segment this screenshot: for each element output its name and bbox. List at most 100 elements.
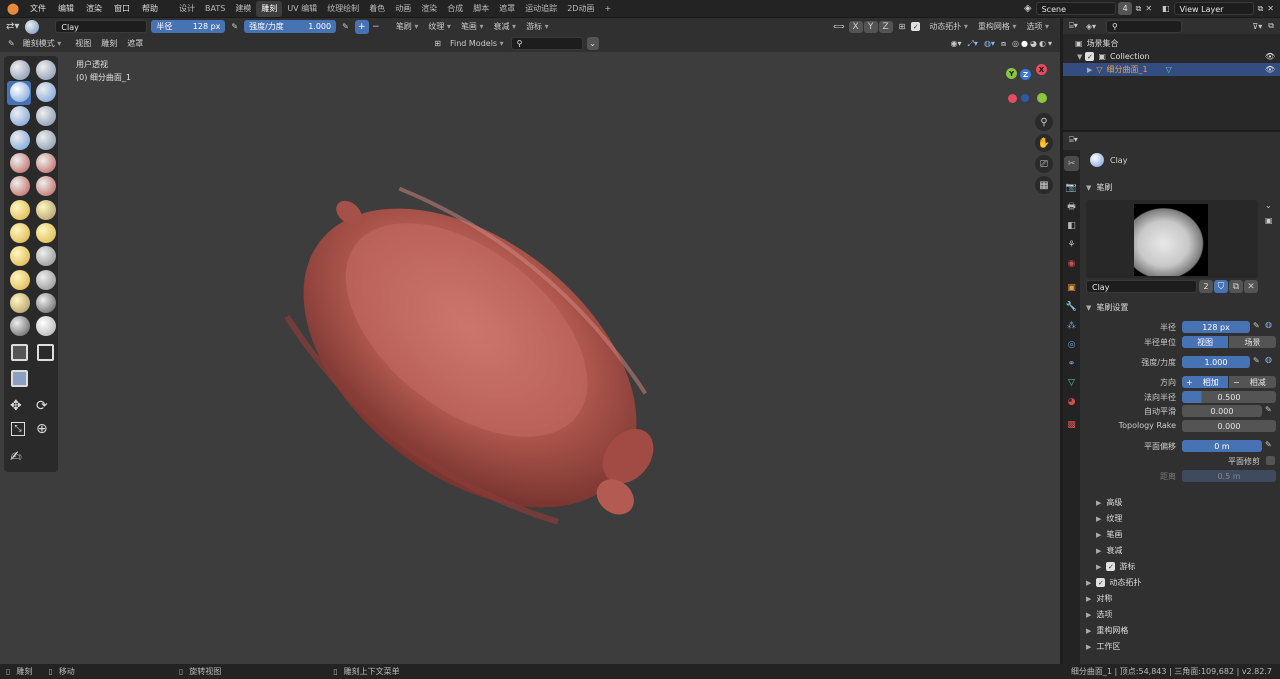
collection-exclude-checkbox[interactable]: ✓	[1085, 52, 1095, 61]
strength-property-field[interactable]: 1.000	[1182, 356, 1250, 368]
panel-dyntopo[interactable]: ▶ ✓ 动态拓扑	[1086, 577, 1141, 588]
brush-datablock-name[interactable]: Clay	[1086, 280, 1198, 293]
menu-edit[interactable]: 编辑	[52, 3, 80, 14]
tab-workspace[interactable]: 纹理绘制	[322, 1, 364, 17]
expand-chevron-icon[interactable]: ⌄	[1265, 201, 1272, 210]
tab-workspace[interactable]: 着色	[364, 1, 390, 17]
direction-subtract-option[interactable]: − 相减	[1229, 376, 1276, 388]
unified-settings-icon[interactable]: ◍	[1265, 320, 1272, 329]
gizmo-y-axis[interactable]: Y	[1006, 68, 1017, 79]
render-tab-icon[interactable]: 📷	[1064, 180, 1079, 195]
shading-material-icon[interactable]: ◕	[1030, 39, 1037, 48]
expand-icon[interactable]: ▶	[1087, 66, 1092, 74]
panel-options[interactable]: ▶ 选项	[1086, 609, 1112, 620]
box-mask-icon[interactable]	[11, 344, 28, 361]
subpanel-cursor[interactable]: ▶ ✓ 游标	[1096, 561, 1135, 572]
tool-tab-icon[interactable]: ✂	[1064, 156, 1079, 171]
nudge-brush-icon[interactable]	[10, 270, 30, 290]
mask-brush-icon[interactable]	[10, 316, 30, 336]
find-models-menu[interactable]: Find Models	[445, 39, 509, 48]
new-view-layer-icon[interactable]: ⧉	[1258, 4, 1264, 14]
subpanel-falloff[interactable]: ▶ 衰减	[1096, 545, 1122, 556]
thumb-brush-icon[interactable]	[10, 246, 30, 266]
visibility-icon[interactable]: ◉▾	[951, 39, 962, 48]
menu-render[interactable]: 渲染	[80, 3, 108, 14]
find-models-search[interactable]: ⚲	[510, 37, 583, 50]
eye-icon[interactable]: 👁	[1265, 65, 1275, 74]
plane-offset-field[interactable]: 0 m	[1182, 440, 1262, 452]
draw-sharp-brush-icon[interactable]	[36, 60, 56, 80]
zoom-icon[interactable]: ⚲	[1035, 113, 1053, 131]
xray-icon[interactable]: ⧈	[1001, 39, 1006, 49]
draw-face-sets-icon[interactable]	[36, 316, 56, 336]
new-collection-icon[interactable]: ⧉	[1268, 21, 1274, 31]
sculpt-menu[interactable]: 雕刻	[96, 38, 122, 49]
pressure-pen-icon[interactable]: ✎	[1253, 356, 1260, 365]
menu-window[interactable]: 窗口	[108, 3, 136, 14]
elastic-deform-brush-icon[interactable]	[10, 223, 30, 243]
radius-unit-scene-option[interactable]: 场景	[1229, 336, 1276, 348]
dyntopo-panel-checkbox[interactable]: ✓	[1096, 578, 1106, 587]
options-menu[interactable]: 选项	[1021, 21, 1054, 32]
shading-wireframe-icon[interactable]: ◎	[1012, 39, 1019, 48]
scene-icon[interactable]: ◈	[1024, 3, 1032, 14]
unlink-brush-icon[interactable]: ✕	[1244, 280, 1258, 293]
display-mode-icon[interactable]: ◈▾	[1086, 22, 1096, 31]
layer-brush-icon[interactable]	[10, 106, 30, 126]
duplicate-brush-icon[interactable]: ⧉	[1229, 280, 1243, 293]
view-menu[interactable]: 视图	[70, 38, 96, 49]
flatten-brush-icon[interactable]	[36, 153, 56, 173]
scene-name-field[interactable]: Scene	[1035, 2, 1116, 15]
brush-preview-frame[interactable]	[1086, 200, 1258, 278]
plane-trim-checkbox[interactable]	[1266, 456, 1275, 465]
remesh-menu[interactable]: 重构网格	[973, 21, 1022, 32]
direction-add-option[interactable]: + 相加	[1182, 376, 1228, 388]
image-browse-icon[interactable]: ▣	[1265, 216, 1273, 225]
annotate-tool-icon[interactable]: ✍	[10, 449, 22, 465]
gizmo-neg-z-icon[interactable]	[1021, 94, 1029, 102]
draw-brush-icon[interactable]	[10, 60, 30, 80]
gizmo-z-axis[interactable]: Z	[1020, 69, 1031, 80]
subpanel-stroke[interactable]: ▶ 笔画	[1096, 529, 1122, 540]
tab-workspace[interactable]: 渲染	[416, 1, 442, 17]
symmetry-z-button[interactable]: Z	[878, 20, 893, 33]
shading-rendered-icon[interactable]: ◐	[1039, 39, 1046, 48]
tab-workspace[interactable]: 设计	[174, 1, 200, 17]
eye-icon[interactable]: 👁	[1265, 52, 1275, 61]
panel-remesh[interactable]: ▶ 重构网格	[1086, 625, 1128, 636]
dyntopo-menu[interactable]: 动态拓扑	[924, 21, 973, 32]
direction-add-button[interactable]: +	[354, 19, 369, 34]
mode-selector[interactable]: 雕刻模式	[18, 38, 67, 49]
radius-pressure-icon[interactable]: ✎	[231, 22, 238, 31]
falloff-menu[interactable]: 衰减	[489, 21, 522, 32]
clay-brush-icon[interactable]	[10, 82, 30, 102]
symmetry-icon[interactable]: ⟺	[833, 22, 844, 31]
brush-settings-panel-header[interactable]: ▼ 笔刷设置	[1086, 302, 1128, 313]
new-scene-icon[interactable]: ⧉	[1136, 4, 1142, 14]
delete-scene-icon[interactable]: ✕	[1145, 4, 1152, 13]
overlay-toggle-icon[interactable]: ◍▾	[984, 39, 995, 48]
pressure-pen-icon[interactable]: ✎	[1253, 321, 1260, 330]
properties-editor-icon[interactable]: ⌸▾	[1069, 135, 1078, 145]
modifier-tab-icon[interactable]: 🔧	[1064, 299, 1079, 314]
view-layer-tab-icon[interactable]: ◧	[1064, 218, 1079, 233]
tab-workspace[interactable]: UV 编辑	[282, 1, 322, 17]
mask-menu[interactable]: 遮罩	[122, 38, 148, 49]
fill-brush-icon[interactable]	[10, 176, 30, 196]
gizmo-neg-y-icon[interactable]	[1037, 93, 1047, 103]
radius-field[interactable]: 半径 128 px	[151, 20, 226, 33]
dyntopo-checkbox[interactable]: ✓	[911, 22, 921, 31]
delete-view-layer-icon[interactable]: ✕	[1267, 4, 1274, 13]
direction-subtract-button[interactable]: −	[369, 20, 383, 34]
perspective-grid-icon[interactable]: ▦	[1035, 176, 1053, 194]
sculpt-mesh[interactable]	[0, 52, 1060, 664]
panel-workspace[interactable]: ▶ 工作区	[1086, 641, 1120, 652]
radius-property-field[interactable]: 128 px	[1182, 321, 1250, 333]
brush-preview-icon[interactable]	[25, 19, 40, 34]
find-models-dropdown[interactable]: ⌄	[586, 37, 599, 50]
outliner-search[interactable]: ⚲	[1106, 19, 1182, 33]
scene-tab-icon[interactable]: ⚘	[1064, 237, 1079, 252]
world-tab-icon[interactable]: ◉	[1064, 256, 1079, 271]
blob-brush-icon[interactable]	[10, 130, 30, 150]
menu-help[interactable]: 帮助	[136, 3, 164, 14]
